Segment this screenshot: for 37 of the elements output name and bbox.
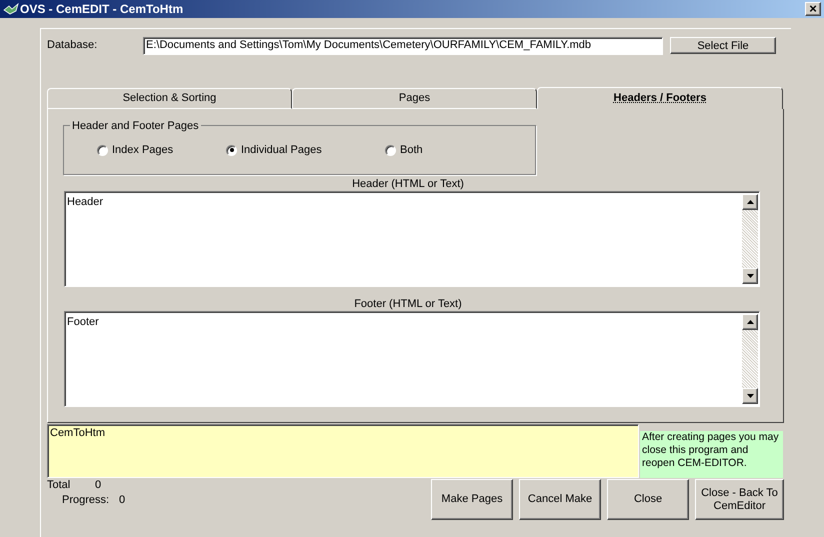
group-title: Header and Footer Pages <box>70 118 201 134</box>
action-button[interactable]: Close <box>607 479 689 520</box>
text-area[interactable]: Footer <box>64 311 760 407</box>
up-arrow-icon <box>746 320 754 324</box>
scrollbar[interactable] <box>742 194 758 284</box>
scroll-down-button[interactable] <box>742 268 758 284</box>
radio-option[interactable]: Index Pages <box>97 142 226 158</box>
info-note: After creating pages you may close this program and reopen CEM-EDITOR. <box>640 431 783 478</box>
up-arrow-icon <box>746 200 754 204</box>
total-value: 0 <box>95 479 102 492</box>
scroll-up-button[interactable] <box>742 194 758 210</box>
tab[interactable]: Pages <box>292 88 537 109</box>
tab[interactable]: Selection & Sorting <box>47 88 292 109</box>
window-title: OVS - CemEDIT - CemToHtm <box>20 1 184 18</box>
scroll-up-button[interactable] <box>742 314 758 330</box>
action-button[interactable]: Make Pages <box>431 479 513 520</box>
select-file-button[interactable]: Select File <box>670 37 776 54</box>
scrollbar[interactable] <box>742 314 758 404</box>
app-icon <box>3 2 19 16</box>
scroll-down-button[interactable] <box>742 388 758 404</box>
down-arrow-icon <box>746 394 754 398</box>
close-button[interactable]: × <box>805 2 821 16</box>
footer-label: Footer (HTML or Text) <box>354 297 462 311</box>
database-field[interactable]: E:\Documents and Settings\Tom\My Documents\Cemetery\OURFAMILY\CEM_FAMILY.mdb <box>143 37 663 55</box>
total-label: Total <box>47 479 72 492</box>
down-arrow-icon <box>746 274 754 278</box>
radio-option[interactable]: Individual Pages <box>226 142 385 158</box>
progress-value: 0 <box>119 494 126 507</box>
action-button[interactable]: Close - Back To CemEditor <box>695 479 784 520</box>
action-button[interactable]: Cancel Make <box>519 479 601 520</box>
radio-option[interactable]: Both <box>385 142 423 158</box>
database-label: Database: <box>47 38 98 53</box>
tab[interactable]: Headers / Footers <box>537 87 783 109</box>
header-label: Header (HTML or Text) <box>352 177 464 191</box>
log-area: CemToHtm <box>47 424 639 478</box>
text-area[interactable]: Header <box>64 191 760 287</box>
progress-label: Progress: <box>62 494 110 507</box>
